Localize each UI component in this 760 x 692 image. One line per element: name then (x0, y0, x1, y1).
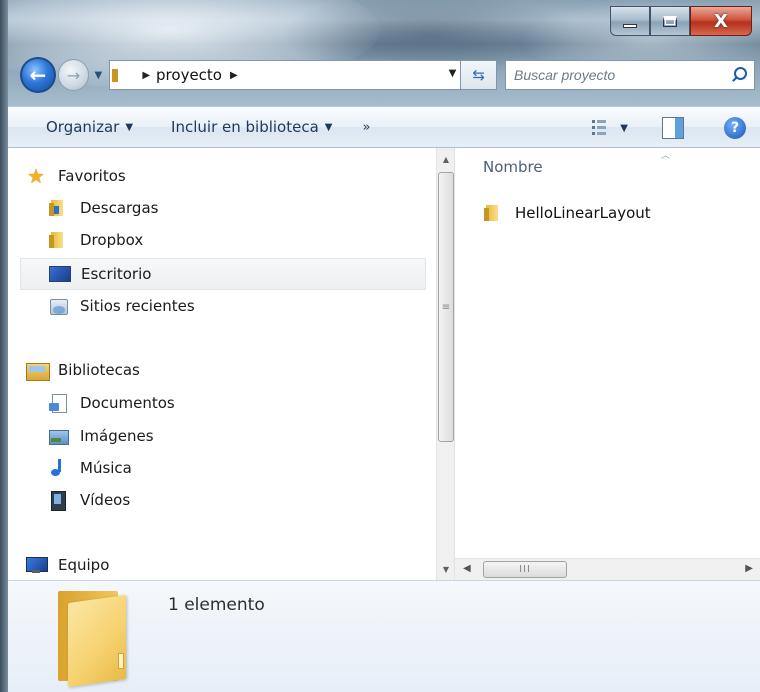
organize-label: Organizar (46, 118, 120, 136)
sidebar-item-label: Sitios recientes (80, 297, 195, 315)
more-commands-button[interactable]: » (362, 120, 370, 135)
sidebar-item-escritorio[interactable]: Escritorio (20, 258, 426, 290)
scroll-down-icon[interactable]: ▼ (437, 560, 455, 578)
scroll-up-icon[interactable]: ▲ (437, 150, 455, 168)
desktop-icon (49, 266, 71, 282)
organize-menu-button[interactable]: Organizar ▼ (46, 118, 133, 136)
view-controls: ▼ ? (592, 113, 746, 143)
videos-icon (48, 491, 68, 511)
sidebar-item-label: Descargas (80, 199, 159, 217)
navigation-pane: ★ Favoritos Descargas Dropbox Escritorio… (8, 148, 454, 580)
scroll-right-icon[interactable]: ▶ (745, 563, 753, 574)
minimize-icon (623, 24, 637, 28)
include-in-library-label: Incluir en biblioteca (171, 118, 319, 136)
sidebar-header-label: Favoritos (58, 167, 126, 185)
include-in-library-button[interactable]: Incluir en biblioteca ▼ (171, 118, 332, 136)
view-options-dropdown-icon[interactable]: ▼ (620, 123, 628, 134)
computer-icon (26, 556, 48, 574)
close-icon: X (714, 10, 728, 32)
window-controls: X (610, 6, 752, 38)
window-left-edge (0, 0, 8, 692)
forward-button[interactable]: → (57, 59, 90, 91)
change-view-icon[interactable] (592, 120, 610, 136)
details-pane: 1 elemento (8, 580, 760, 692)
sidebar-item-label: Música (80, 459, 132, 477)
navigation-scrollbar[interactable]: ▲ ≡ ▼ (436, 148, 454, 580)
sidebar-item-dropbox[interactable]: Dropbox (48, 226, 143, 254)
sidebar-item-descargas[interactable]: Descargas (48, 194, 158, 222)
downloads-folder-icon (48, 199, 68, 217)
breadcrumb-proyecto[interactable]: proyecto (156, 66, 222, 84)
scroll-left-icon[interactable]: ◀ (463, 563, 471, 574)
scrollbar-thumb[interactable]: ≡ (438, 172, 454, 442)
preview-pane-icon[interactable] (662, 117, 684, 139)
file-list-pane: ︿ Nombre HelloLinearLayout ◀ III ▶ (454, 148, 760, 580)
list-item[interactable]: HelloLinearLayout (483, 200, 651, 226)
recent-places-icon (48, 297, 68, 315)
maximize-button[interactable] (650, 6, 690, 36)
music-icon (48, 459, 68, 477)
breadcrumb-chevron-icon[interactable]: ▶ (142, 70, 150, 81)
libraries-icon (26, 361, 50, 381)
sidebar-item-label: Imágenes (80, 427, 154, 445)
sidebar-header-favorites[interactable]: ★ Favoritos (26, 162, 126, 190)
chevron-down-icon: ▼ (324, 121, 333, 133)
maximize-icon (663, 15, 677, 27)
sidebar-item-label: Vídeos (80, 491, 131, 509)
star-icon: ★ (27, 164, 45, 188)
search-box[interactable]: Buscar proyecto (505, 60, 755, 90)
address-bar[interactable]: ▶ proyecto ▶ ▼ (109, 60, 462, 90)
sidebar-item-label: Documentos (80, 394, 175, 412)
item-count: 1 elemento (168, 595, 265, 615)
recent-pages-dropdown[interactable]: ▼ (91, 68, 105, 82)
sidebar-item-videos[interactable]: Vídeos (48, 486, 130, 514)
more-commands-icon: » (362, 119, 371, 135)
large-folder-icon (52, 591, 132, 688)
sidebar-item-musica[interactable]: Música (48, 454, 132, 482)
back-arrow-icon: ← (29, 63, 47, 87)
sidebar-item-label: Dropbox (80, 231, 144, 249)
back-button[interactable]: ← (20, 57, 56, 93)
column-header-name[interactable]: Nombre (483, 158, 543, 176)
sidebar-item-sitios-recientes[interactable]: Sitios recientes (48, 292, 195, 320)
breadcrumb-chevron-icon[interactable]: ▶ (230, 70, 238, 81)
address-history-dropdown-icon[interactable]: ▼ (449, 68, 457, 79)
search-icon[interactable] (730, 66, 748, 84)
minimize-button[interactable] (610, 6, 650, 36)
sidebar-header-computer[interactable]: Equipo (26, 551, 109, 579)
command-bar: Organizar ▼ Incluir en biblioteca ▼ » ▼ … (8, 106, 760, 148)
horizontal-scrollbar[interactable]: ◀ III ▶ (455, 558, 760, 580)
documents-icon (48, 394, 68, 413)
folder-icon (483, 204, 503, 222)
scrollbar-thumb[interactable]: III (483, 561, 567, 578)
refresh-button[interactable]: ⇆ (461, 60, 498, 90)
sidebar-header-libraries[interactable]: Bibliotecas (26, 356, 140, 384)
chevron-down-icon: ▼ (125, 121, 134, 133)
sidebar-item-documentos[interactable]: Documentos (48, 389, 175, 417)
address-folder-icon (114, 66, 130, 84)
sidebar-item-imagenes[interactable]: Imágenes (48, 422, 154, 450)
help-icon[interactable]: ? (724, 117, 746, 139)
folder-icon (48, 231, 68, 249)
sidebar-item-label: Escritorio (81, 265, 152, 283)
search-input[interactable]: Buscar proyecto (514, 67, 730, 83)
sort-ascending-icon: ︿ (661, 151, 671, 161)
sidebar-header-label: Bibliotecas (58, 361, 140, 379)
forward-arrow-icon: → (66, 65, 81, 85)
navigation-bar: ← → ▼ ▶ proyecto ▶ ▼ ⇆ Buscar proyecto (20, 56, 755, 94)
sidebar-header-label: Equipo (58, 556, 110, 574)
refresh-icon: ⇆ (472, 66, 485, 84)
file-name: HelloLinearLayout (515, 204, 651, 222)
pictures-icon (48, 427, 69, 445)
close-button[interactable]: X (690, 6, 752, 36)
